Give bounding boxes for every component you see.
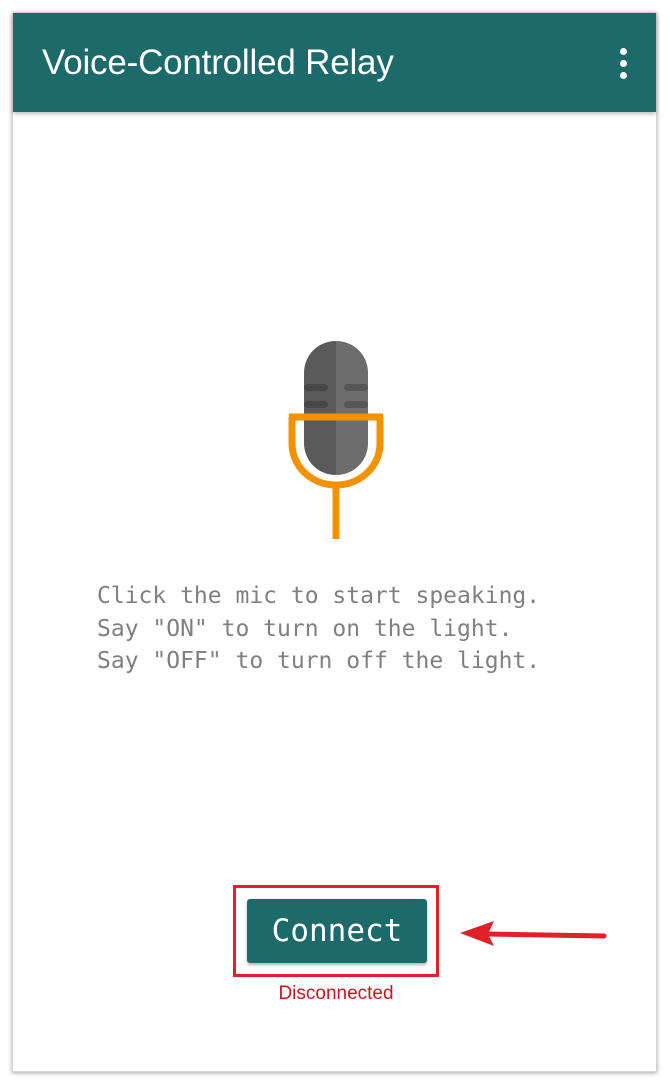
more-vert-icon[interactable]	[608, 43, 638, 83]
instructions-text: Click the mic to start speaking. Say "ON…	[97, 583, 541, 674]
mic-grille-line	[344, 401, 368, 408]
app-bar: Voice-Controlled Relay	[13, 13, 656, 112]
microphone-icon	[288, 341, 384, 547]
mic-button[interactable]	[285, 339, 387, 547]
connect-button[interactable]: Connect	[247, 899, 427, 963]
mic-grille-line	[304, 401, 328, 408]
app-title: Voice-Controlled Relay	[42, 43, 394, 82]
left-arrow-icon	[460, 921, 607, 946]
menu-dot	[619, 71, 627, 79]
arrow-shaft	[485, 931, 607, 939]
app-screen: Voice-Controlled Relay Click the mic to …	[12, 12, 657, 1072]
connection-status: Disconnected	[278, 983, 394, 1004]
menu-dot	[619, 47, 627, 55]
mic-grille-line	[304, 384, 328, 391]
menu-dot	[619, 59, 627, 67]
mic-grille-line	[344, 384, 368, 391]
